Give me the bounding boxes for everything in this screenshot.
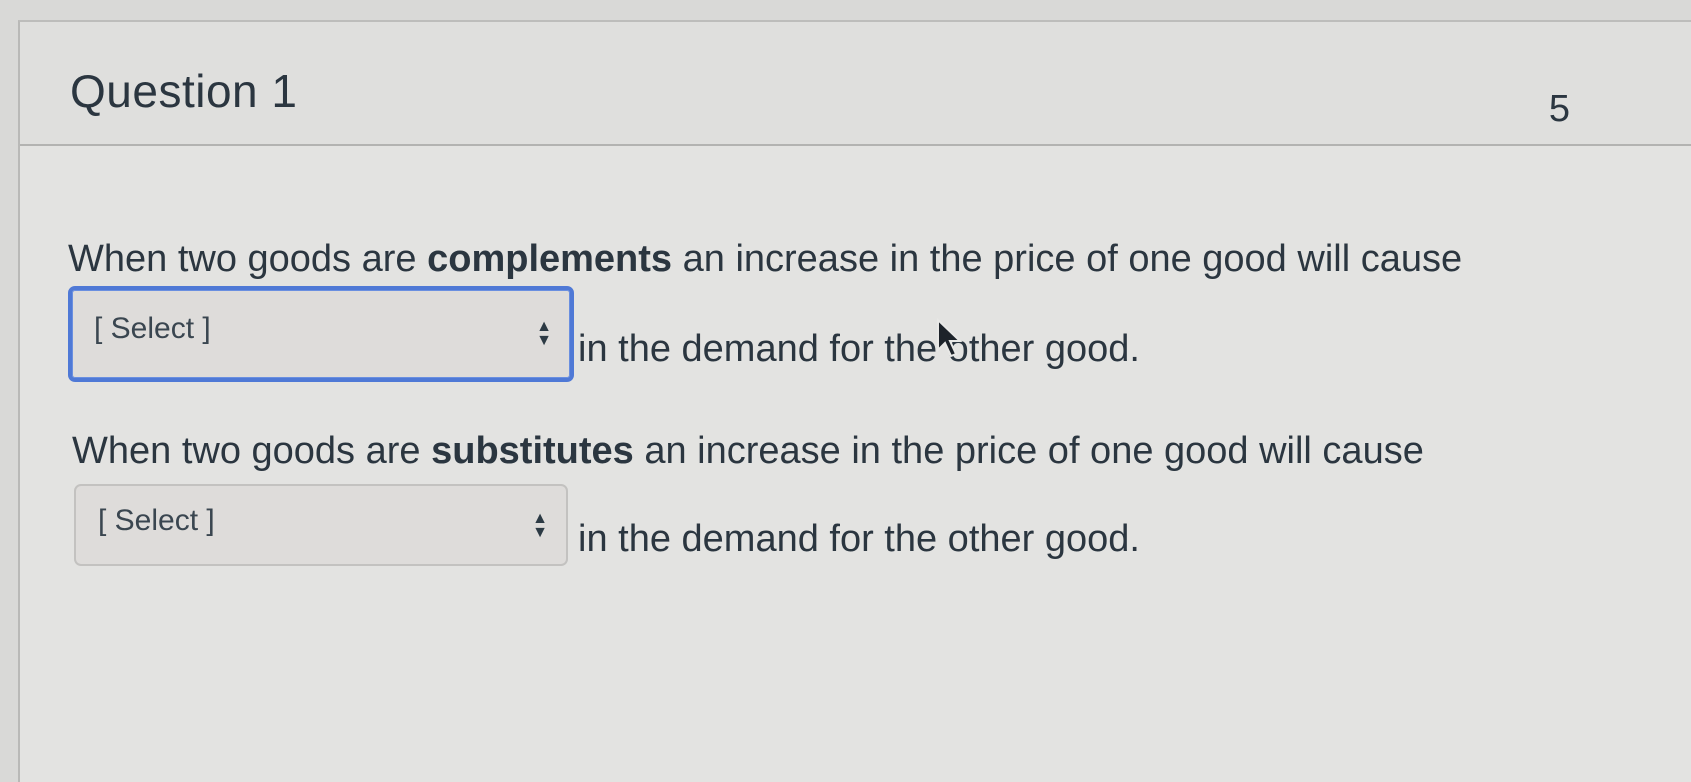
question-text-1: When two goods are complements an increa… [68,238,1462,281]
up-down-arrows-icon: ▲ ▼ [536,318,552,349]
question-text-2: When two goods are substitutes an increa… [72,430,1424,473]
answer-select-2[interactable]: [ Select ] ▲ ▼ [74,484,568,566]
select-value: [ Select ] [98,504,215,537]
up-down-arrows-icon: ▲ ▼ [532,510,548,541]
question-title: Question 1 [70,65,298,117]
question-text-prefix: When two goods are [68,238,428,280]
question-points: 5 [1548,88,1570,130]
answer-trailing-text-1: in the demand for the other good. [578,328,1140,370]
question-card: Question 1 5 [18,20,1691,782]
question-text-prefix: When two goods are [72,430,432,472]
question-text-suffix: an increase in the price of one good wil… [633,430,1424,472]
select-value: [ Select ] [94,312,211,345]
question-text-suffix: an increase in the price of one good wil… [672,238,1463,280]
question-header: Question 1 5 [20,22,1691,146]
answer-select-1[interactable]: [ Select ] ▲ ▼ [68,286,574,382]
answer-trailing-text-2: in the demand for the other good. [578,518,1140,560]
question-keyword: substitutes [431,430,634,472]
question-keyword: complements [427,238,673,280]
mouse-pointer-icon [937,318,963,358]
